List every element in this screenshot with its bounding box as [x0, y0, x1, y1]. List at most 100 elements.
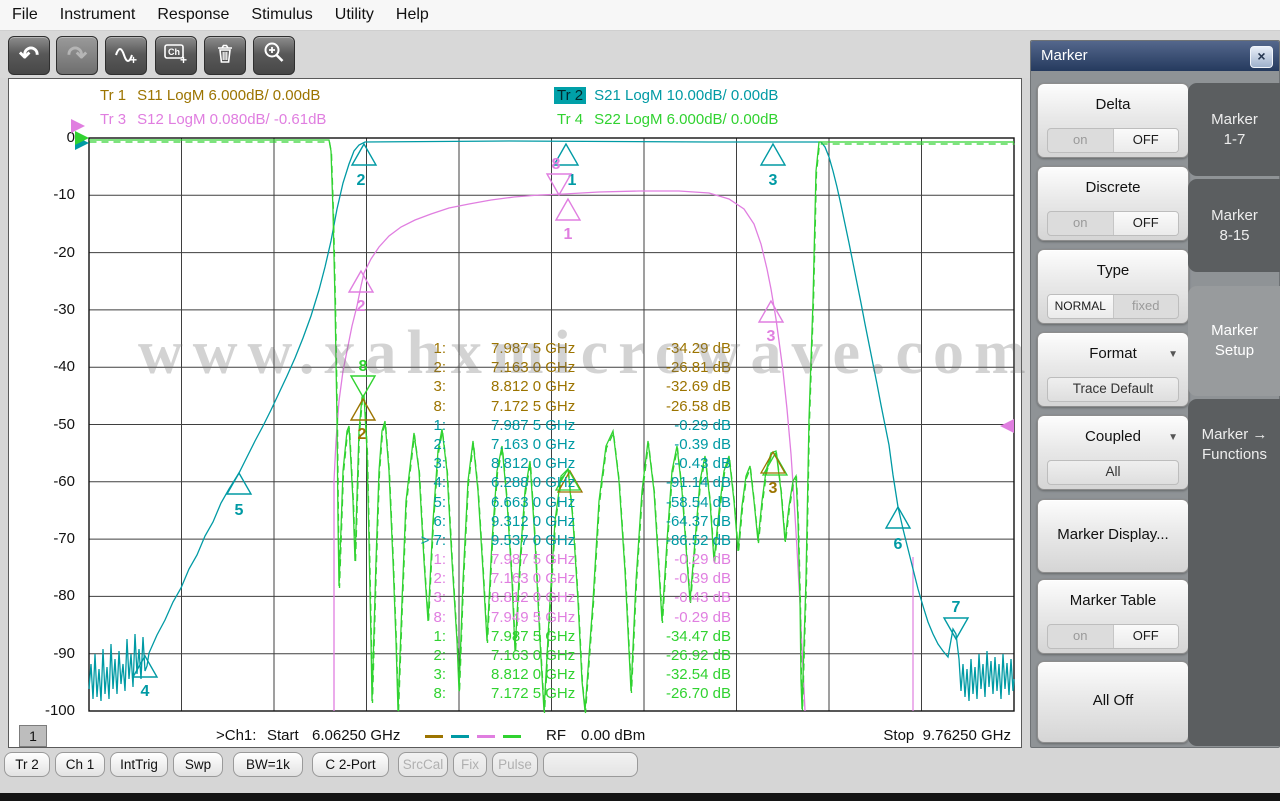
svg-text:4: 4 [141, 683, 150, 700]
svg-text:1: 1 [564, 226, 573, 243]
marker-3-tr3[interactable]: 3 [759, 301, 783, 345]
statusbar-trigger[interactable]: IntTrig [110, 752, 168, 777]
readout-row: 3:8.812 0 GHz-32.69 dB [368, 377, 731, 396]
format-value[interactable]: Trace Default [1047, 377, 1179, 402]
readout-row: 1:7.987 5 GHz-34.47 dB [368, 627, 731, 646]
svg-text:7: 7 [952, 599, 961, 616]
svg-text:+: + [180, 53, 187, 66]
readout-row: 6:9.312 0 GHz-64.37 dB [368, 512, 731, 531]
channel-tab[interactable]: 1 [19, 725, 47, 747]
marker-1-tr3[interactable]: 1 [556, 199, 580, 243]
trace-color-legend [421, 727, 525, 744]
svg-text:2: 2 [357, 172, 366, 189]
legend-dash-s12 [477, 735, 495, 738]
menu-item-utility[interactable]: Utility [335, 6, 374, 24]
marker-table-toggle[interactable]: on OFF [1047, 624, 1179, 649]
delete-button[interactable] [204, 36, 246, 75]
svg-text:+: + [130, 53, 137, 66]
measurement-display[interactable]: Tr 1S11 LogM 6.000dB/ 0.00dB Tr 2S21 Log… [8, 78, 1022, 748]
svg-text:3: 3 [769, 172, 778, 189]
rf-value[interactable]: 0.00 dBm [581, 727, 645, 744]
readout-row: 8:7.949 5 GHz-0.29 dB [368, 608, 731, 627]
statusbar-empty [543, 752, 638, 777]
statusbar-sweep[interactable]: Swp [173, 752, 223, 777]
marker-table-button[interactable]: Marker Table on OFF [1037, 579, 1189, 654]
type-button[interactable]: Type NORMAL fixed [1037, 249, 1189, 324]
svg-text:6: 6 [894, 536, 903, 553]
statusbar-channel[interactable]: Ch 1 [55, 752, 105, 777]
close-icon[interactable]: × [1250, 46, 1273, 68]
marker-2-tr3[interactable]: 2 [349, 271, 373, 315]
marker-3-tr1[interactable]: 3 [761, 452, 787, 497]
stop-label-value[interactable]: Stop 9.76250 GHz [871, 727, 1011, 744]
format-button[interactable]: Format ▼ Trace Default [1037, 332, 1189, 407]
add-trace-button[interactable]: + [105, 36, 147, 75]
readout-row: 1:7.987 5 GHz-0.29 dB [368, 550, 731, 569]
svg-text:2: 2 [357, 298, 366, 315]
marker-3-tr2[interactable]: 3 [761, 144, 785, 189]
all-off-button[interactable]: All Off [1037, 661, 1189, 743]
menu-item-stimulus[interactable]: Stimulus [251, 6, 312, 24]
readout-row: 3:8.812 0 GHz-0.43 dB [368, 454, 731, 473]
rf-label: RF [546, 727, 566, 744]
readout-row: 2:7.163 0 GHz-26.81 dB [368, 358, 731, 377]
tab-marker-functions[interactable]: Marker →Functions [1188, 399, 1280, 491]
coupled-value[interactable]: All [1047, 460, 1179, 485]
readout-row: 2:7.163 0 GHz-0.39 dB [368, 569, 731, 588]
menu-item-file[interactable]: File [12, 6, 38, 24]
tab-marker-1-7[interactable]: Marker1-7 [1188, 83, 1280, 176]
delta-button[interactable]: Delta on OFF [1037, 83, 1189, 158]
tab-marker-setup[interactable]: MarkerSetup [1188, 286, 1280, 396]
readout-row: 8:7.172 5 GHz-26.70 dB [368, 684, 731, 703]
ref-arrow-tr3-right[interactable] [1000, 419, 1014, 433]
marker-2-tr2[interactable]: 2 [352, 144, 376, 189]
delta-toggle[interactable]: on OFF [1047, 128, 1179, 153]
svg-text:2: 2 [358, 426, 367, 443]
statusbar-pulse: Pulse [492, 752, 538, 777]
menu-bar: File Instrument Response Stimulus Utilit… [0, 0, 1280, 31]
type-toggle[interactable]: NORMAL fixed [1047, 294, 1179, 319]
discrete-button[interactable]: Discrete on OFF [1037, 166, 1189, 241]
add-channel-button[interactable]: Ch+ [155, 36, 197, 75]
trash-icon [213, 41, 237, 70]
readout-row: 2:7.163 0 GHz-26.92 dB [368, 646, 731, 665]
marker-display-button[interactable]: Marker Display... [1037, 499, 1189, 573]
statusbar-cal[interactable]: C 2-Port [312, 752, 389, 777]
svg-text:8: 8 [552, 156, 561, 173]
legend-dash-s22 [503, 735, 521, 738]
readout-row: 1:7.987 5 GHz-0.29 dB [368, 416, 731, 435]
undo-icon: ↶ [19, 44, 39, 68]
menu-item-response[interactable]: Response [157, 6, 229, 24]
svg-text:8: 8 [359, 358, 368, 375]
readout-row: 5:6.663 0 GHz-58.54 dB [368, 493, 731, 512]
discrete-toggle[interactable]: on OFF [1047, 211, 1179, 236]
svg-text:5: 5 [235, 502, 244, 519]
channel-label: >Ch1: [216, 727, 256, 744]
zoom-button[interactable] [253, 36, 295, 75]
menu-item-help[interactable]: Help [396, 6, 429, 24]
legend-dash-s11 [425, 735, 443, 738]
tab-column-filler [1188, 456, 1280, 746]
readout-row-active: > 7:9.537 0 GHz-86.52 dB [368, 531, 731, 550]
start-label[interactable]: Start [267, 727, 299, 744]
tab-marker-8-15[interactable]: Marker8-15 [1188, 179, 1280, 272]
start-value[interactable]: 6.06250 GHz [312, 727, 400, 744]
zoom-in-icon [261, 40, 287, 71]
undo-button[interactable]: ↶ [8, 36, 50, 75]
coupled-button[interactable]: Coupled ▼ All [1037, 415, 1189, 490]
marker-6-tr2[interactable]: 6 [886, 507, 910, 553]
bottom-strip [0, 793, 1280, 801]
marker-5-tr2[interactable]: 5 [227, 473, 251, 519]
legend-dash-s21 [451, 735, 469, 738]
statusbar-bandwidth[interactable]: BW=1k [233, 752, 303, 777]
readout-row: 8:7.172 5 GHz-26.58 dB [368, 397, 731, 416]
panel-title[interactable]: Marker [1031, 41, 1279, 71]
readout-row: 3:8.812 0 GHz-32.54 dB [368, 665, 731, 684]
redo-button: ↷ [56, 36, 98, 75]
readout-row: 2:7.163 0 GHz-0.39 dB [368, 435, 731, 454]
ref-arrow-tr3-left[interactable] [71, 119, 85, 133]
chevron-down-icon: ▼ [1168, 432, 1178, 443]
menu-item-instrument[interactable]: Instrument [60, 6, 136, 24]
add-trace-icon: + [113, 40, 139, 71]
statusbar-trace[interactable]: Tr 2 [4, 752, 50, 777]
